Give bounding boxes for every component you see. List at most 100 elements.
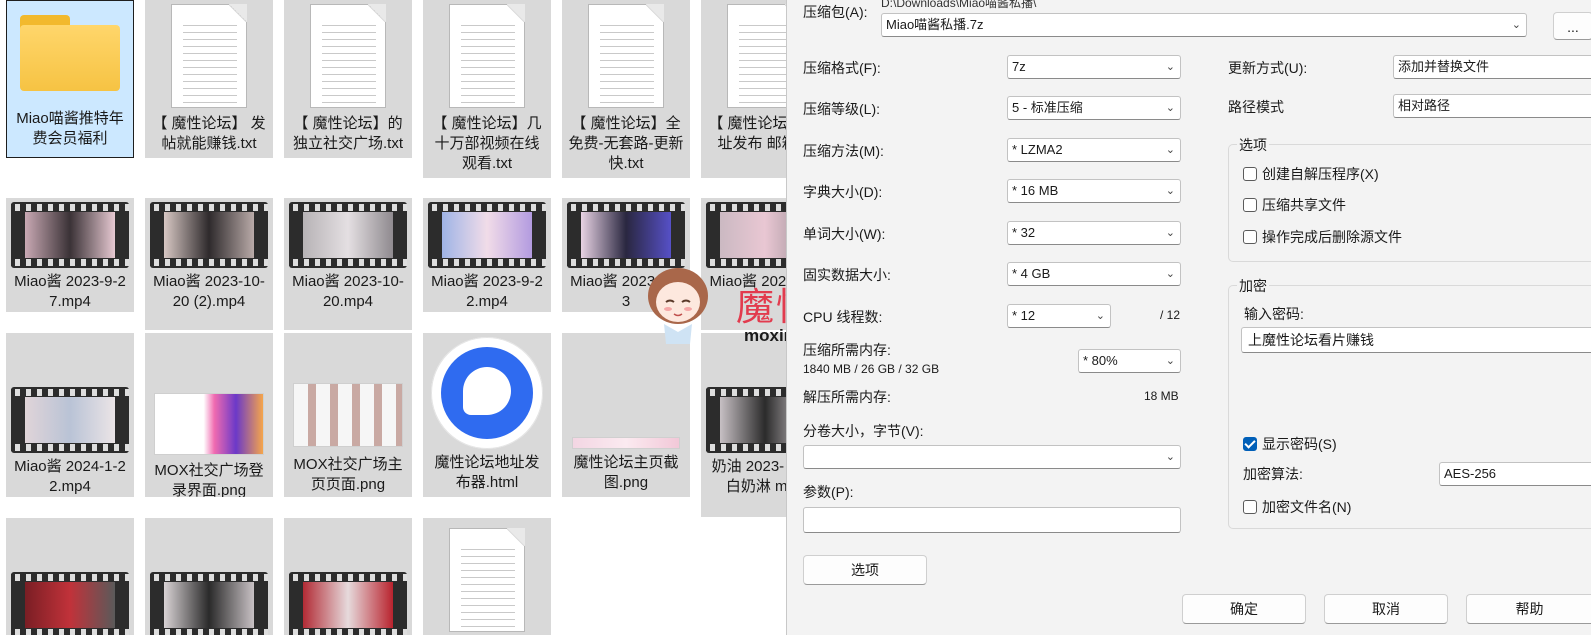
memory-usage-combo[interactable]: * 80% ⌄ [1078, 349, 1181, 373]
dictionary-combo[interactable]: * 16 MB ⌄ [1007, 179, 1181, 203]
method-combo[interactable]: * LZMA2 ⌄ [1007, 138, 1181, 162]
level-value: 5 - 标准压缩 [1012, 100, 1083, 115]
split-volume-label: 分卷大小，字节(V): [803, 423, 924, 439]
encrypt-names-label: 加密文件名(N) [1262, 499, 1352, 515]
split-volume-combo[interactable]: ⌄ [803, 445, 1181, 469]
file-label: 【 魔性论坛】的独立社交广场.txt [292, 115, 403, 152]
file-label: Miao酱 2023-10-20 (2).mp4 [153, 273, 265, 310]
format-value: 7z [1012, 59, 1026, 74]
show-password-checkbox[interactable]: 显示密码(S) [1243, 434, 1337, 454]
video-thumbnail-icon [706, 387, 786, 453]
options-button[interactable]: 选项 [803, 555, 927, 585]
image-thumbnail-icon [572, 437, 680, 449]
video-thumbnail-icon [150, 572, 268, 635]
file-label: Miao喵酱推特年费会员福利 [16, 110, 124, 147]
image-thumbnail-icon [293, 383, 403, 447]
text-file-icon [310, 4, 386, 108]
video-file-item[interactable]: Miao酱 2023-9-27.mp4 [6, 198, 134, 312]
video-thumbnail-icon [706, 202, 786, 268]
html-file-item[interactable]: 魔性论坛地址发布器.html [423, 333, 551, 497]
file-label: 【 魔性论坛】全免费-无套路-更新快.txt [568, 115, 684, 172]
update-mode-combo[interactable]: 添加并替换文件 [1393, 55, 1591, 79]
chevron-down-icon: ⌄ [1165, 102, 1175, 114]
delete-after-checkbox[interactable]: 操作完成后删除源文件 [1243, 227, 1402, 247]
file-label: 【 魔性论坛】 发帖就能赚钱.txt [152, 115, 266, 152]
folder-item[interactable]: Miao喵酱推特年费会员福利 [6, 0, 134, 158]
memory-detail: 1840 MB / 26 GB / 32 GB [803, 362, 940, 376]
image-file-item[interactable]: MOX社交广场主页页面.png [284, 333, 412, 497]
file-label: Miao酱 2024-1-22.mp4 [14, 458, 126, 495]
chevron-down-icon: ⌄ [1095, 310, 1105, 322]
file-item[interactable]: 【 魔性论坛】 发帖就能赚钱.txt [145, 0, 273, 158]
word-size-label: 单词大小(W): [803, 226, 886, 242]
video-thumbnail-icon [567, 202, 685, 268]
file-label: Miao酱 2023-9-27.mp4 [14, 273, 126, 310]
video-file-item[interactable] [145, 518, 273, 635]
file-item[interactable]: 【 魔性论坛】全免费-无套路-更新快.txt [562, 0, 690, 178]
threads-combo[interactable]: * 12 ⌄ [1007, 304, 1111, 328]
solid-block-value: * 4 GB [1012, 266, 1051, 281]
file-item[interactable] [423, 518, 551, 635]
create-sfx-label: 创建自解压程序(X) [1262, 166, 1379, 182]
file-item[interactable]: 【 魔性论坛】的独立社交广场.txt [284, 0, 412, 158]
image-file-item[interactable]: MOX社交广场登录界面.png [145, 333, 273, 497]
file-label: 魔性论坛主页截图.png [573, 454, 679, 491]
video-thumbnail-icon [289, 202, 407, 268]
dictionary-label: 字典大小(D): [803, 184, 883, 200]
create-sfx-checkbox[interactable]: 创建自解压程序(X) [1243, 164, 1379, 184]
solid-block-combo[interactable]: * 4 GB ⌄ [1007, 262, 1181, 286]
file-label: Miao酱 2023-10-20.mp4 [292, 273, 404, 310]
password-label: 输入密码: [1244, 306, 1304, 322]
help-button[interactable]: 帮助 [1466, 594, 1591, 624]
encrypt-names-checkbox[interactable]: 加密文件名(N) [1243, 497, 1351, 517]
checkbox-checked [1243, 437, 1257, 451]
checkbox-box [1243, 167, 1257, 181]
video-file-item[interactable] [6, 518, 134, 635]
video-file-item[interactable]: Miao酱 2024-1-22.mp4 [6, 333, 134, 497]
video-file-item[interactable]: Miao酱 2023-10-20 (2).mp4 [145, 198, 273, 330]
video-thumbnail-icon [289, 572, 407, 635]
archive-path: D:\Downloads\Miao喵酱私播\ [881, 0, 1037, 10]
browse-button[interactable]: ... [1553, 12, 1591, 40]
text-file-icon [727, 4, 786, 108]
word-size-combo[interactable]: * 32 ⌄ [1007, 221, 1181, 245]
password-input[interactable]: 上魔性论坛看片赚钱 [1241, 327, 1591, 353]
chevron-down-icon: ⌄ [1165, 144, 1175, 156]
file-label: Miao酱 2023-9-22.mp4 [431, 273, 543, 310]
checkbox-box [1243, 500, 1257, 514]
cancel-button[interactable]: 取消 [1324, 594, 1448, 624]
text-file-icon [588, 4, 664, 108]
delete-after-label: 操作完成后删除源文件 [1262, 229, 1402, 245]
text-file-icon [171, 4, 247, 108]
solid-block-label: 固实数据大小: [803, 267, 891, 283]
video-thumbnail-icon [428, 202, 546, 268]
compress-shared-label: 压缩共享文件 [1262, 197, 1346, 213]
path-mode-combo[interactable]: 相对路径 [1393, 94, 1591, 118]
decompress-memory-label: 解压所需内存: [803, 389, 891, 405]
video-thumbnail-icon [11, 572, 129, 635]
memory-label: 压缩所需内存: [803, 342, 891, 358]
checkbox-box [1243, 230, 1257, 244]
file-item[interactable]: 【 魔性论坛】几十万部视频在线观看.txt [423, 0, 551, 178]
format-combo[interactable]: 7z ⌄ [1007, 55, 1181, 79]
folder-icon [18, 9, 122, 95]
chevron-down-icon: ⌄ [1165, 268, 1175, 280]
file-item[interactable]: 【 魔性论坛 久地址发布 邮箱.tx [701, 0, 786, 178]
ok-button[interactable]: 确定 [1182, 594, 1306, 624]
text-file-icon [449, 4, 525, 108]
encryption-method-combo[interactable]: AES-256 [1439, 462, 1591, 486]
update-mode-label: 更新方式(U): [1228, 60, 1308, 76]
video-file-item[interactable] [284, 518, 412, 635]
compress-shared-checkbox[interactable]: 压缩共享文件 [1243, 195, 1346, 215]
file-label: MOX社交广场主页页面.png [293, 456, 403, 493]
file-label: 【 魔性论坛】几十万部视频在线观看.txt [432, 115, 542, 172]
mascot-logo-icon [648, 268, 708, 344]
parameters-input[interactable] [803, 507, 1181, 533]
threads-max: / 12 [1160, 308, 1181, 322]
archive-name-combo[interactable]: Miao喵酱私播.7z ⌄ [881, 13, 1527, 37]
checkbox-box [1243, 198, 1257, 212]
level-combo[interactable]: 5 - 标准压缩 ⌄ [1007, 96, 1181, 120]
video-file-item[interactable]: Miao酱 2023-10-20.mp4 [284, 198, 412, 330]
chevron-down-icon: ⌄ [1165, 61, 1175, 73]
video-file-item[interactable]: Miao酱 2023-9-22.mp4 [423, 198, 551, 312]
